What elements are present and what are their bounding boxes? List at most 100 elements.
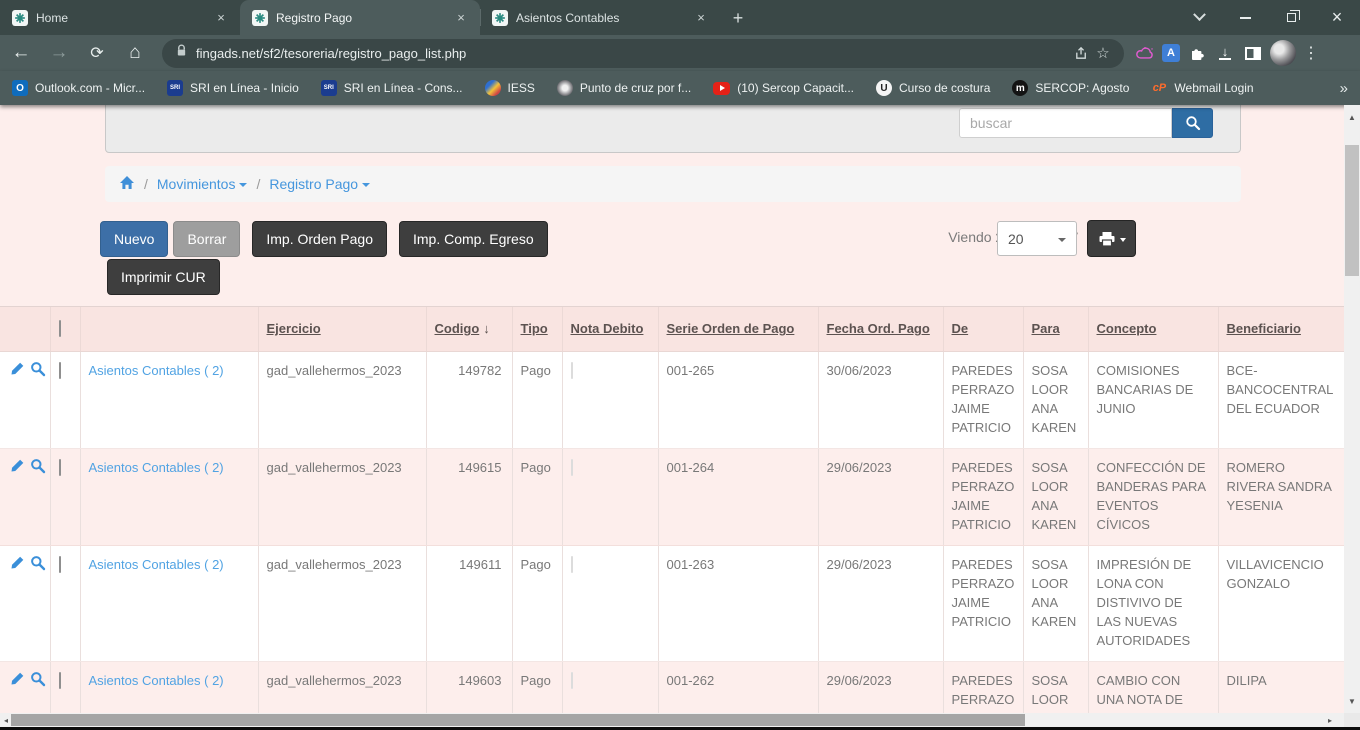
address-bar[interactable]: fingads.net/sf2/tesoreria/registro_pago_… (162, 39, 1124, 68)
borrar-button[interactable]: Borrar (173, 221, 240, 257)
forward-icon[interactable]: → (42, 38, 76, 68)
site-favicon-icon (492, 10, 508, 26)
horizontal-scrollbar-thumb[interactable] (11, 714, 1025, 726)
restore-icon[interactable] (1268, 0, 1314, 35)
header-ejercicio[interactable]: Ejercicio (258, 307, 426, 351)
breadcrumb-registro-pago[interactable]: Registro Pago (269, 176, 370, 192)
imprimir-cur-button[interactable]: Imprimir CUR (107, 259, 220, 295)
lock-icon (176, 44, 187, 62)
close-tab-icon[interactable]: × (212, 9, 230, 27)
header-serie[interactable]: Serie Orden de Pago (658, 307, 818, 351)
scroll-up-icon[interactable]: ▲ (1344, 109, 1360, 125)
vertical-scrollbar[interactable]: ▲ ▼ (1344, 105, 1360, 713)
tab-registro-pago[interactable]: Registro Pago × (240, 0, 480, 35)
header-nota-debito[interactable]: Nota Debito (562, 307, 658, 351)
scroll-right-icon[interactable]: ▸ (1324, 713, 1336, 727)
close-tab-icon[interactable]: × (692, 9, 710, 27)
table-row: Asientos Contables ( 2) gad_vallehermos_… (0, 661, 1344, 713)
bookmark-sri-inicio[interactable]: SRI SRI en Línea - Inicio (167, 80, 299, 96)
row-checkbox[interactable] (59, 556, 61, 573)
minimize-icon[interactable] (1222, 0, 1268, 35)
close-tab-icon[interactable]: × (452, 9, 470, 27)
cell-asientos-link[interactable]: Asientos Contables ( 2) (80, 448, 258, 545)
bookmark-outlook[interactable]: O Outlook.com - Micr... (12, 80, 145, 96)
sri-icon: SRI (321, 80, 337, 96)
browser-menu-icon[interactable]: ⋮ (1302, 43, 1320, 63)
header-tipo[interactable]: Tipo (512, 307, 562, 351)
tab-asientos-contables[interactable]: Asientos Contables × (480, 0, 720, 35)
back-icon[interactable]: ← (4, 38, 38, 68)
bookmark-sri-consultas[interactable]: SRI SRI en Línea - Cons... (321, 80, 463, 96)
bookmarks-overflow-icon[interactable]: » (1340, 80, 1348, 97)
view-icon[interactable] (30, 361, 46, 382)
share-icon[interactable] (1070, 42, 1092, 64)
side-panel-icon[interactable] (1242, 42, 1264, 64)
cell-actions (0, 351, 50, 448)
bookmarks-bar: O Outlook.com - Micr... SRI SRI en Línea… (0, 71, 1360, 105)
window-close-icon[interactable]: × (1314, 0, 1360, 35)
row-checkbox[interactable] (59, 362, 61, 379)
cell-ejercicio: gad_vallehermos_2023 (258, 661, 426, 713)
cell-de: PAREDES PERRAZO JAIME PATRICIO (943, 661, 1023, 713)
translate-extension-icon[interactable]: A (1162, 44, 1180, 62)
page-size-select[interactable]: 20 (997, 221, 1077, 256)
url-text: fingads.net/sf2/tesoreria/registro_pago_… (196, 46, 1070, 61)
imp-comp-egreso-button[interactable]: Imp. Comp. Egreso (399, 221, 548, 257)
row-checkbox[interactable] (59, 672, 61, 689)
bookmark-punto-de-cruz[interactable]: Punto de cruz por f... (557, 80, 691, 96)
nota-debito-checkbox (571, 362, 573, 379)
edit-icon[interactable] (10, 671, 25, 692)
cell-asientos-link[interactable]: Asientos Contables ( 2) (80, 661, 258, 713)
bookmark-star-icon[interactable]: ☆ (1092, 42, 1114, 64)
view-icon[interactable] (30, 555, 46, 576)
cell-asientos-link[interactable]: Asientos Contables ( 2) (80, 351, 258, 448)
header-beneficiario[interactable]: Beneficiario (1218, 307, 1344, 351)
bookmark-webmail[interactable]: cP Webmail Login (1151, 80, 1253, 96)
view-icon[interactable] (30, 671, 46, 692)
cell-para: SOSA LOOR ANA KAREN (1023, 545, 1088, 661)
cell-actions (0, 545, 50, 661)
profile-avatar[interactable] (1270, 40, 1296, 66)
home-icon[interactable]: ⌂ (118, 38, 152, 68)
breadcrumb-home-icon[interactable] (119, 175, 135, 193)
edit-icon[interactable] (10, 458, 25, 479)
cell-tipo: Pago (512, 661, 562, 713)
header-codigo[interactable]: Codigo↓ (426, 307, 512, 351)
edit-icon[interactable] (10, 555, 25, 576)
site-favicon-icon (252, 10, 268, 26)
view-icon[interactable] (30, 458, 46, 479)
downloads-icon[interactable]: ↓ (1214, 42, 1236, 64)
cell-serie: 001-264 (658, 448, 818, 545)
extensions-puzzle-icon[interactable] (1186, 42, 1208, 64)
search-button[interactable] (1172, 108, 1213, 138)
header-fecha[interactable]: Fecha Ord. Pago (818, 307, 943, 351)
bookmark-curso-costura[interactable]: U Curso de costura (876, 80, 990, 96)
bookmark-sercop-youtube[interactable]: (10) Sercop Capacit... (713, 81, 854, 95)
header-de[interactable]: De (943, 307, 1023, 351)
breadcrumb-movimientos[interactable]: Movimientos (157, 176, 248, 192)
edit-icon[interactable] (10, 361, 25, 382)
vertical-scrollbar-thumb[interactable] (1345, 145, 1359, 276)
cloud-extension-icon[interactable] (1134, 42, 1156, 64)
print-menu-button[interactable] (1087, 220, 1136, 257)
page-content: / Movimientos / Registro Pago Nuevo Borr… (0, 105, 1344, 713)
select-all-checkbox[interactable] (59, 320, 61, 337)
tab-home[interactable]: Home × (0, 0, 240, 35)
cell-asientos-link[interactable]: Asientos Contables ( 2) (80, 545, 258, 661)
header-concepto[interactable]: Concepto (1088, 307, 1218, 351)
breadcrumb: / Movimientos / Registro Pago (105, 166, 1241, 202)
reload-icon[interactable]: ⟳ (80, 38, 114, 68)
tab-search-icon[interactable] (1176, 0, 1222, 35)
sri-icon: SRI (167, 80, 183, 96)
scroll-down-icon[interactable]: ▼ (1344, 693, 1360, 709)
nuevo-button[interactable]: Nuevo (100, 221, 168, 257)
row-checkbox[interactable] (59, 459, 61, 476)
header-para[interactable]: Para (1023, 307, 1088, 351)
new-tab-icon[interactable]: + (724, 4, 752, 32)
bookmark-iess[interactable]: IESS (485, 80, 535, 96)
bookmark-sercop-agosto[interactable]: m SERCOP: Agosto (1012, 80, 1129, 96)
search-input[interactable] (959, 108, 1172, 138)
imp-orden-pago-button[interactable]: Imp. Orden Pago (252, 221, 387, 257)
horizontal-scrollbar[interactable]: ◂ ▸ (0, 713, 1344, 727)
page-size-value: 20 (1008, 231, 1024, 247)
